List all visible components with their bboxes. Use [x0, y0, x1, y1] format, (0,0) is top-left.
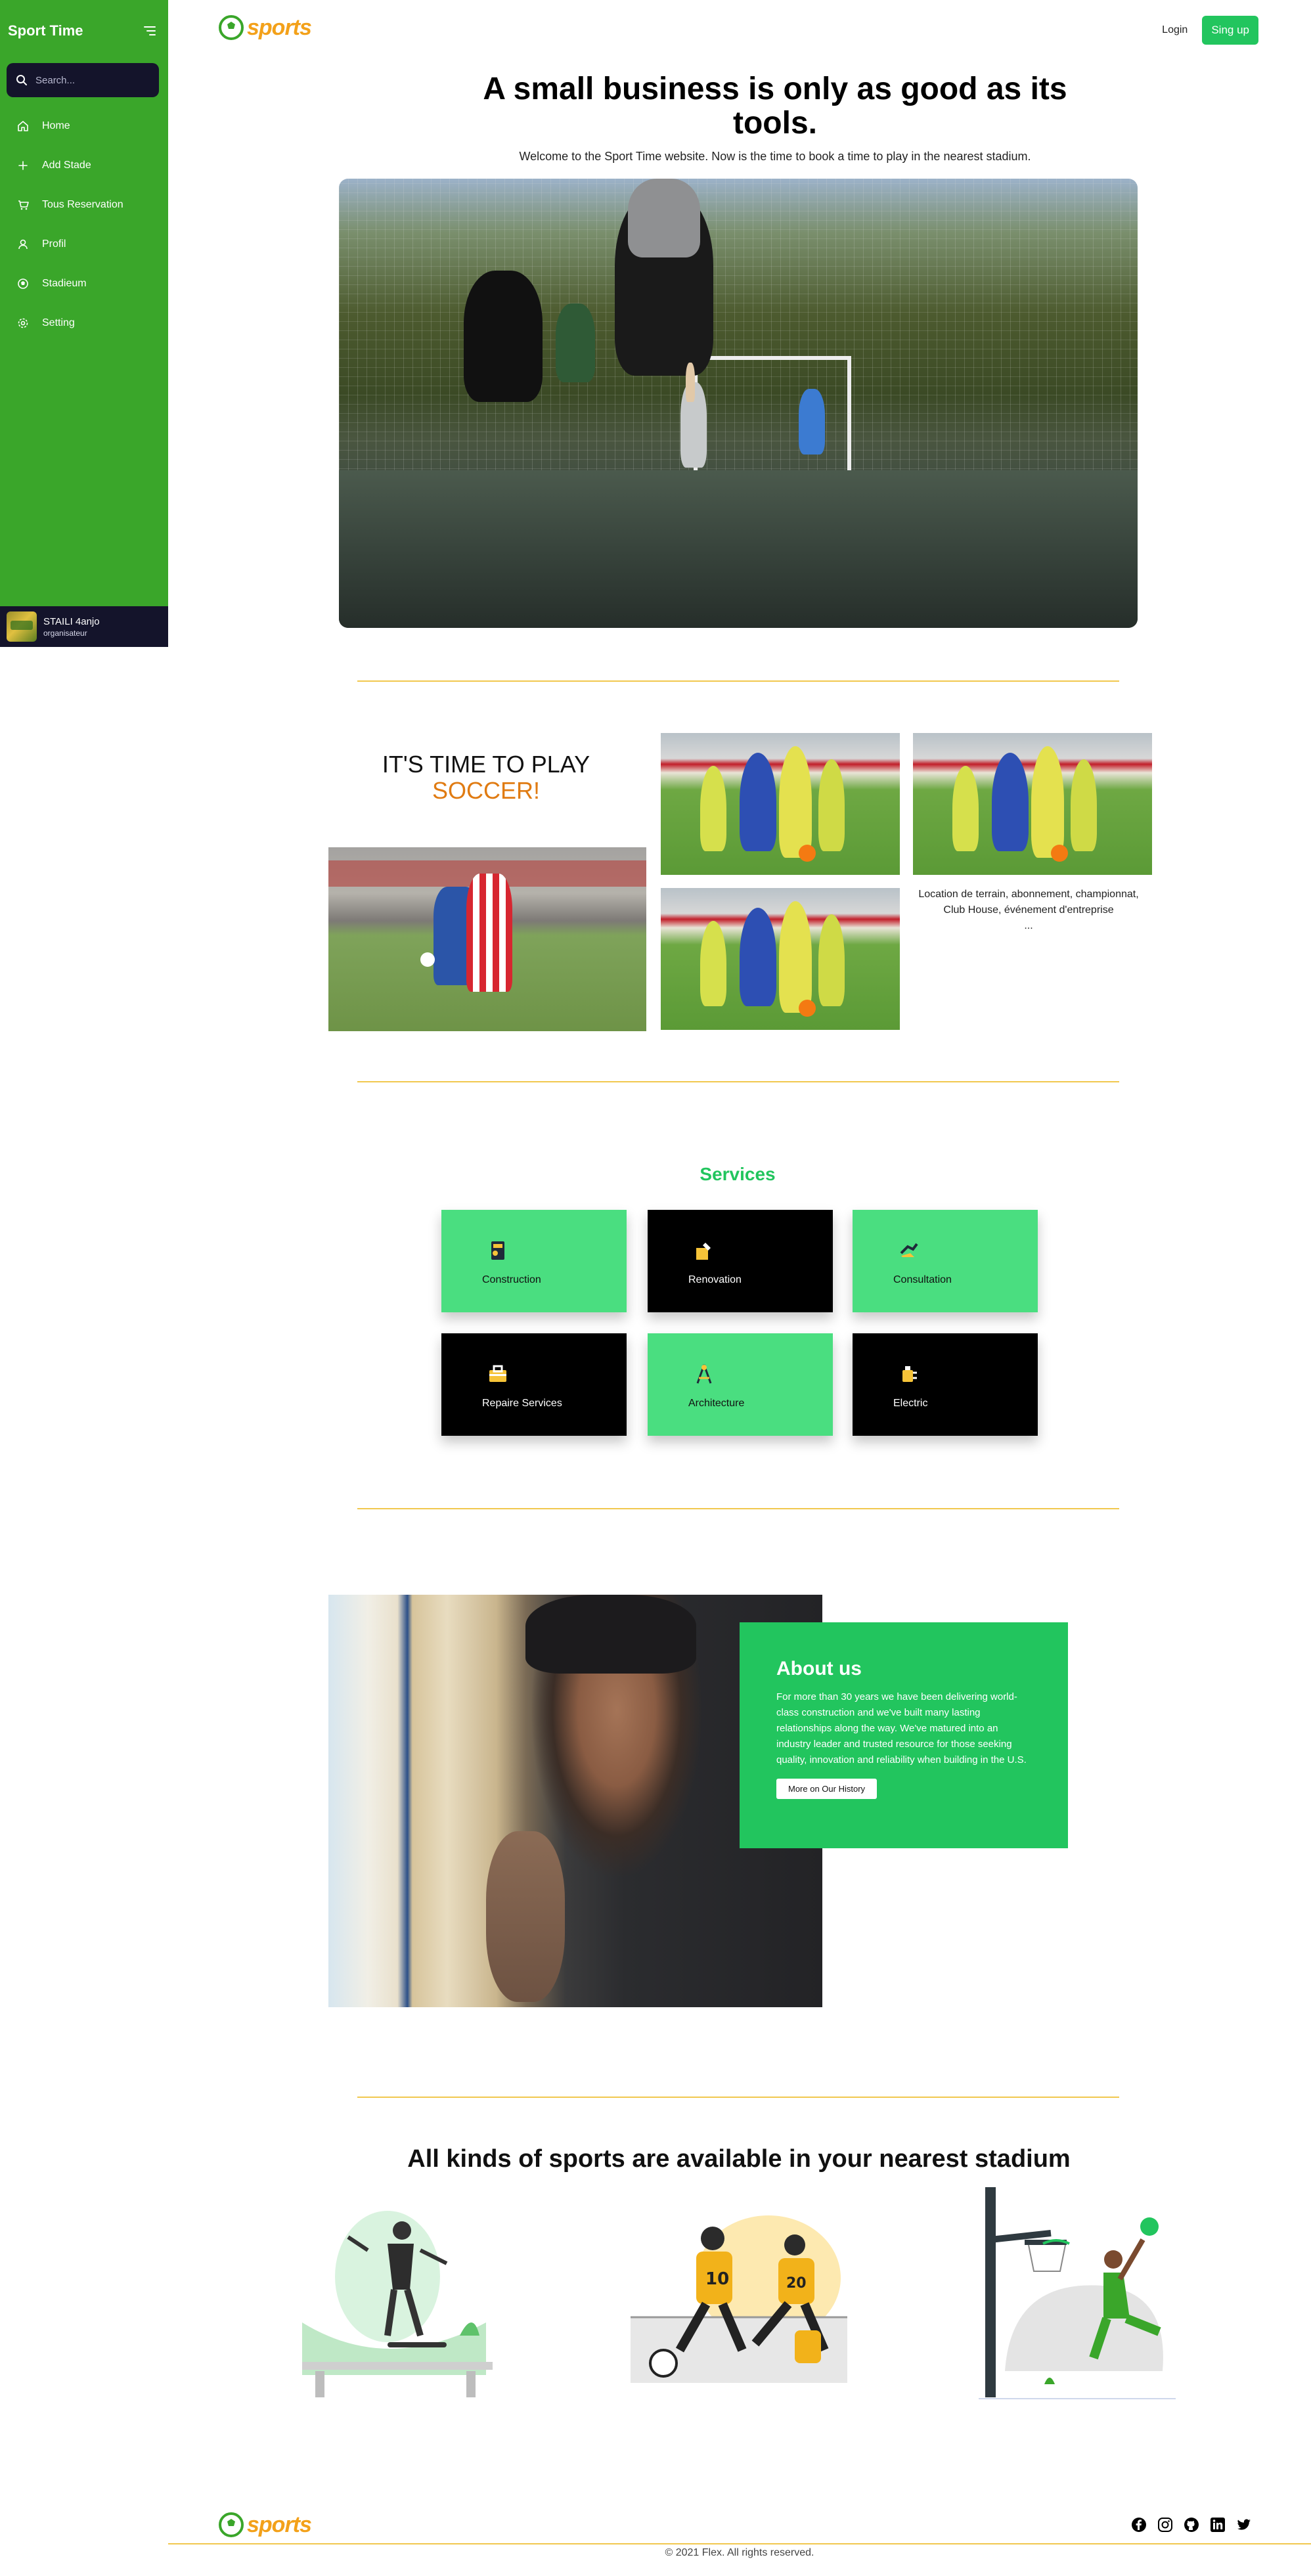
service-label: Electric [893, 1398, 928, 1409]
play-title-line1: IT'S TIME TO PLAY [382, 751, 590, 778]
twitter-icon[interactable] [1236, 2517, 1252, 2533]
soccer-photo-kids-2 [913, 733, 1152, 875]
sidebar-header: Sport Time [0, 0, 168, 46]
login-link[interactable]: Login [1162, 24, 1188, 36]
soccer-ball-logo-icon [219, 15, 244, 40]
copyright-text: © 2021 Flex. All rights reserved. [665, 2547, 814, 2558]
sidebar-item-label: Setting [42, 317, 75, 328]
sidebar: Sport Time Home Add Stade Tous Reservati… [0, 0, 168, 647]
service-label: Repaire Services [482, 1398, 562, 1409]
service-card-repaire-services[interactable]: Repaire Services [441, 1333, 627, 1436]
site-logo[interactable]: sports [218, 14, 312, 41]
sidebar-item-setting[interactable]: Setting [0, 303, 168, 343]
facebook-icon[interactable] [1131, 2517, 1147, 2533]
plug-icon [902, 1366, 917, 1382]
about-text: For more than 30 years we have been deli… [776, 1691, 1027, 1765]
play-soccer-heading: IT'S TIME TO PLAY SOCCER! [342, 751, 631, 804]
sidebar-item-tous-reservation[interactable]: Tous Reservation [0, 185, 168, 225]
linkedin-icon[interactable] [1210, 2517, 1226, 2533]
soccer-photo-kids-3 [661, 888, 900, 1030]
history-button[interactable]: More on Our History [776, 1779, 878, 1799]
github-icon[interactable] [1184, 2517, 1199, 2533]
svg-text:20: 20 [786, 2275, 807, 2292]
service-card-electric[interactable]: Electric [853, 1333, 1038, 1436]
soccer-caption: Location de terrain, abonnement, champio… [909, 887, 1148, 934]
ball-icon [18, 278, 28, 289]
renovation-icon [696, 1243, 711, 1260]
svg-text:10: 10 [705, 2269, 729, 2289]
basketball-illustration [979, 2187, 1176, 2399]
footer-divider [168, 2543, 1311, 2544]
sidebar-item-stadieum[interactable]: Stadieum [0, 264, 168, 303]
cart-icon [18, 200, 29, 210]
sidebar-item-add-stade[interactable]: Add Stade [0, 146, 168, 185]
sidebar-item-label: Home [42, 120, 70, 131]
profile-name: STAILI 4anjo [43, 615, 100, 627]
soccer-ball-logo-icon [219, 2512, 244, 2537]
soccer-photo-match [328, 847, 646, 1031]
caption-more: ... [1024, 920, 1033, 931]
hero-image [339, 179, 1138, 628]
menu-toggle-icon[interactable] [141, 22, 159, 40]
section-divider [357, 2097, 1119, 2098]
sidebar-item-label: Add Stade [42, 160, 91, 171]
sidebar-item-profil[interactable]: Profil [0, 225, 168, 264]
football-players-illustration: 10 20 [631, 2215, 847, 2383]
search-icon [16, 75, 27, 85]
section-divider [357, 680, 1119, 682]
user-icon [18, 239, 28, 250]
footer-logo[interactable]: sports [218, 2512, 312, 2538]
logo-text: sports [247, 2512, 312, 2537]
skateboarder-illustration [302, 2211, 493, 2397]
services-title: Services [700, 1164, 776, 1184]
sidebar-item-label: Tous Reservation [42, 199, 123, 210]
logo-text: sports [247, 14, 312, 40]
search-box[interactable] [7, 63, 159, 97]
service-label: Renovation [688, 1274, 742, 1285]
instagram-icon[interactable] [1157, 2517, 1173, 2533]
sidebar-item-home[interactable]: Home [0, 106, 168, 146]
sidebar-item-label: Stadieum [42, 278, 87, 289]
search-input[interactable] [35, 74, 147, 86]
service-label: Construction [482, 1274, 541, 1285]
soccer-photo-kids-1 [661, 733, 900, 875]
sidebar-title: Sport Time [8, 22, 83, 39]
caption-text: Location de terrain, abonnement, champio… [918, 889, 1139, 916]
section-divider [357, 1081, 1119, 1082]
toolbox-icon [489, 1365, 506, 1382]
avatar [7, 611, 37, 642]
about-title: About us [776, 1658, 862, 1679]
plus-icon [18, 161, 28, 170]
top-nav: Login Sing up [1162, 16, 1258, 45]
signup-button[interactable]: Sing up [1202, 16, 1258, 45]
user-profile[interactable]: STAILI 4anjo organisateur [0, 606, 168, 647]
sports-title: All kinds of sports are available in you… [407, 2145, 1071, 2173]
home-icon [18, 121, 28, 131]
compass-icon [696, 1364, 712, 1384]
service-card-architecture[interactable]: Architecture [648, 1333, 833, 1436]
about-card: About us For more than 30 years we have … [740, 1622, 1068, 1848]
construction-icon [491, 1241, 504, 1260]
service-label: Architecture [688, 1398, 745, 1409]
service-card-consultation[interactable]: Consultation [853, 1210, 1038, 1312]
consultation-icon [900, 1243, 918, 1257]
gear-icon [18, 318, 28, 328]
service-card-construction[interactable]: Construction [441, 1210, 627, 1312]
social-links [1131, 2517, 1252, 2533]
sidebar-nav: Home Add Stade Tous Reservation Profil S… [0, 106, 168, 343]
play-title-line2: SOCCER! [432, 777, 541, 804]
profile-role: organisateur [43, 628, 87, 638]
hero-title: A small business is only as good as its … [483, 72, 1067, 141]
service-card-renovation[interactable]: Renovation [648, 1210, 833, 1312]
hero-subtitle: Welcome to the Sport Time website. Now i… [519, 150, 1031, 163]
section-divider [357, 1508, 1119, 1509]
service-label: Consultation [893, 1274, 952, 1285]
sidebar-item-label: Profil [42, 238, 66, 250]
